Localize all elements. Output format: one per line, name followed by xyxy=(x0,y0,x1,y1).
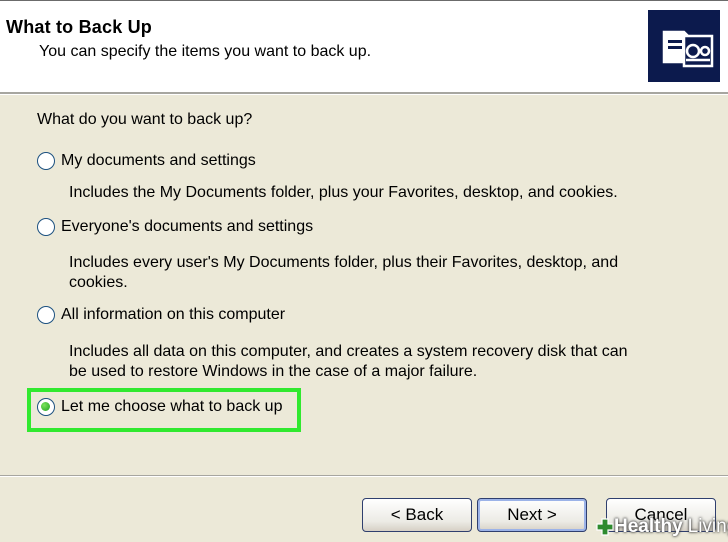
option-everyone-documents-description: Includes every user's My Documents folde… xyxy=(69,254,619,291)
back-button[interactable]: < Back xyxy=(362,498,472,532)
option-everyone-documents[interactable]: Everyone's documents and settings xyxy=(37,216,313,238)
option-choose-items-label[interactable]: Let me choose what to back up xyxy=(61,398,282,416)
radio-all-information[interactable] xyxy=(37,306,55,324)
wizard-header: What to Back Up You can specify the item… xyxy=(0,0,728,93)
radio-everyone-documents[interactable] xyxy=(37,218,55,236)
option-all-information[interactable]: All information on this computer xyxy=(37,304,285,326)
header-divider xyxy=(0,92,728,95)
watermark: Healthy Living xyxy=(596,512,728,542)
option-my-documents-label[interactable]: My documents and settings xyxy=(61,152,256,170)
footer-divider xyxy=(0,475,728,477)
option-my-documents-description: Includes the My Documents folder, plus y… xyxy=(69,184,618,201)
option-my-documents[interactable]: My documents and settings xyxy=(37,150,256,172)
watermark-suffix: Living xyxy=(687,516,728,537)
page-title: What to Back Up xyxy=(6,17,153,37)
watermark-brand: Healthy xyxy=(614,516,683,537)
option-choose-items[interactable]: Let me choose what to back up xyxy=(37,396,282,418)
radio-my-documents[interactable] xyxy=(37,152,55,170)
radio-choose-items[interactable] xyxy=(37,398,55,416)
next-button[interactable]: Next > xyxy=(477,498,587,532)
page-subtitle: You can specify the items you want to ba… xyxy=(39,43,372,60)
backup-question: What do you want to back up? xyxy=(37,111,253,128)
option-everyone-documents-label[interactable]: Everyone's documents and settings xyxy=(61,218,313,236)
backup-wizard-icon xyxy=(648,10,720,82)
plus-icon xyxy=(596,518,614,536)
option-all-information-label[interactable]: All information on this computer xyxy=(61,306,285,324)
option-all-information-description: Includes all data on this computer, and … xyxy=(69,343,628,380)
